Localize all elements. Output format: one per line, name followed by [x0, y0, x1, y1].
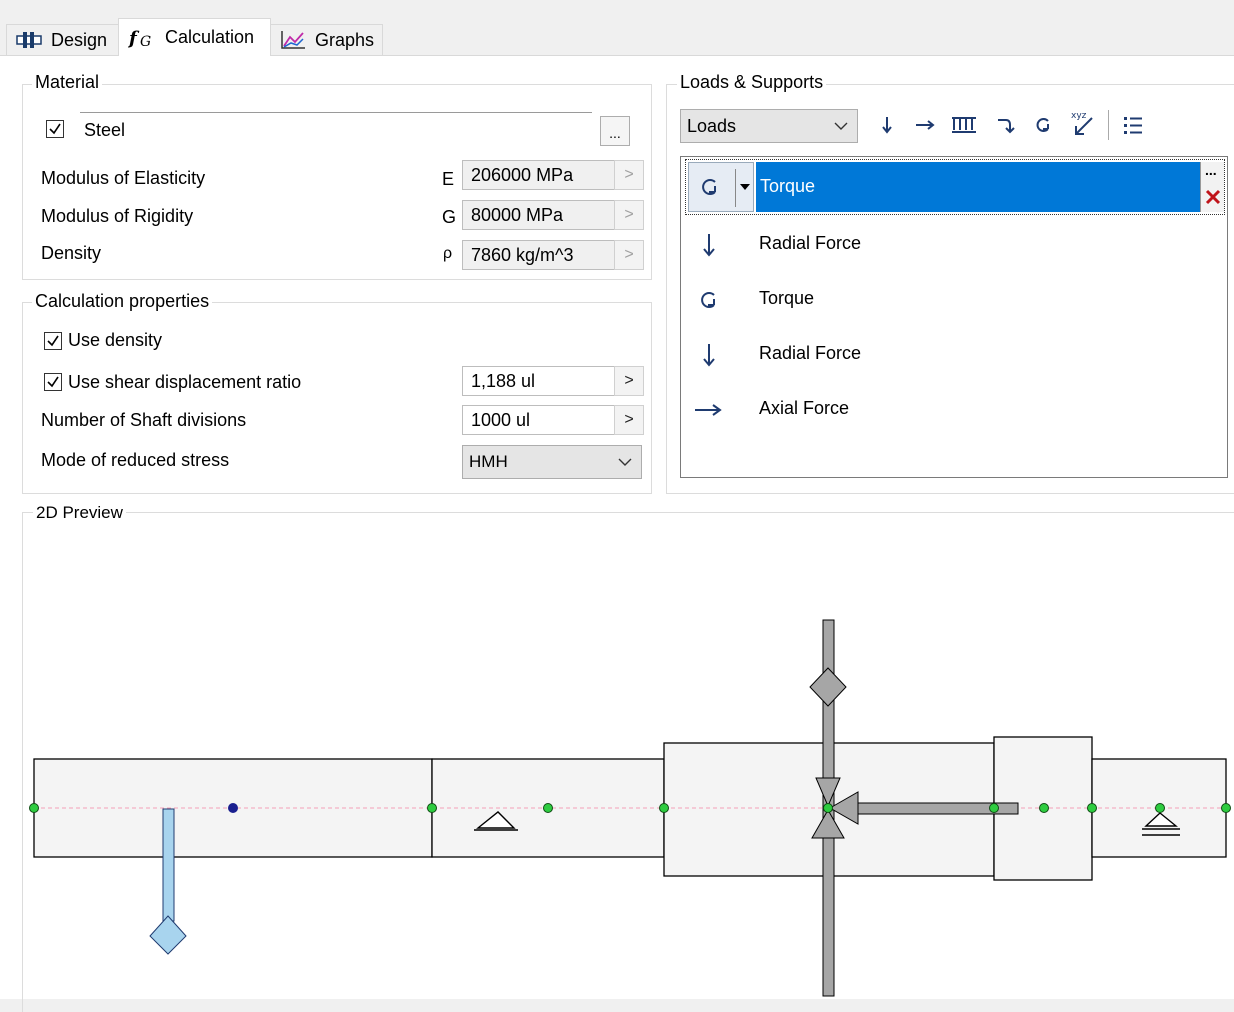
rigidity-value: 80000 MPa	[471, 204, 564, 225]
tab-calculation[interactable]: f G Calculation	[118, 18, 271, 56]
tab-strip: Design f G Calculation Graphs	[0, 0, 1234, 56]
material-name-field[interactable]: Steel	[80, 112, 592, 146]
density-symbol: ρ	[443, 245, 453, 262]
list-item[interactable]: Radial Force	[681, 329, 1227, 379]
material-name: Steel	[84, 120, 126, 140]
chevron-down-icon	[834, 122, 848, 130]
browse-button-label: ...	[609, 125, 621, 141]
chevron-right-icon: >	[624, 166, 634, 183]
load-type-picker[interactable]	[688, 162, 754, 212]
elasticity-arrow-button[interactable]: >	[614, 160, 644, 190]
tab-design-label: Design	[51, 29, 108, 50]
elasticity-label: Modulus of Elasticity	[41, 168, 206, 188]
use-density-label: Use density	[68, 330, 163, 350]
chevron-right-icon: >	[624, 372, 634, 389]
list-item-selected[interactable]: Torque ...	[685, 159, 1225, 215]
rigidity-field[interactable]: 80000 MPa	[462, 200, 616, 230]
list-item[interactable]: Radial Force	[681, 219, 1227, 269]
list-item-label: Axial Force	[759, 398, 850, 418]
chevron-right-icon: >	[624, 246, 634, 263]
load-actions: ...	[1200, 162, 1224, 212]
tab-graphs-label: Graphs	[315, 29, 375, 50]
radial-force-icon	[703, 344, 715, 367]
shaft-divisions-value: 1000 ul	[471, 409, 531, 430]
check-icon	[47, 335, 59, 347]
rigidity-arrow-button[interactable]: >	[614, 200, 644, 230]
shaft-preview-canvas[interactable]	[0, 520, 1234, 999]
elasticity-symbol: E	[442, 169, 455, 189]
chevron-right-icon: >	[624, 411, 634, 428]
axial-force-icon	[695, 404, 722, 416]
calculation-properties-title: Calculation properties	[32, 291, 213, 312]
caret-down-icon	[740, 184, 750, 190]
rigidity-symbol: G	[442, 207, 457, 227]
add-axial-force-icon[interactable]	[914, 114, 936, 136]
torque-icon	[701, 292, 715, 308]
check-icon	[47, 376, 59, 388]
svg-text:f: f	[127, 28, 140, 49]
graph-icon	[281, 31, 305, 49]
shear-ratio-field[interactable]: 1,188 ul	[462, 366, 616, 396]
use-shear-label: Use shear displacement ratio	[68, 372, 302, 392]
radial-force-icon	[703, 234, 715, 257]
list-item-label: Radial Force	[759, 233, 862, 253]
tab-graphs[interactable]: Graphs	[270, 24, 383, 55]
add-radial-force-icon[interactable]	[876, 114, 898, 136]
add-bending-moment-icon[interactable]	[994, 114, 1016, 136]
shaft-divisions-arrow-button[interactable]: >	[614, 405, 644, 435]
delete-icon[interactable]	[1204, 188, 1222, 206]
list-item[interactable]: Axial Force	[681, 384, 1227, 434]
more-button[interactable]: ...	[1205, 162, 1217, 178]
coordinate-system-icon[interactable]: xyz	[1068, 108, 1096, 138]
check-icon	[49, 123, 61, 135]
material-browse-button[interactable]: ...	[600, 116, 630, 146]
chevron-right-icon: >	[624, 206, 634, 223]
add-continuous-load-icon[interactable]	[950, 114, 978, 136]
add-torque-icon[interactable]	[1032, 114, 1054, 136]
use-density-checkbox[interactable]	[44, 332, 62, 350]
rigidity-label: Modulus of Rigidity	[41, 206, 194, 226]
torque-icon	[702, 179, 716, 195]
density-label: Density	[41, 243, 102, 263]
density-arrow-button[interactable]: >	[614, 240, 644, 270]
tab-calculation-label: Calculation	[165, 27, 255, 47]
selected-load-label: Torque	[760, 176, 816, 196]
list-item[interactable]: Torque	[681, 274, 1227, 324]
gray-loads-group	[809, 619, 1019, 997]
selected-node	[228, 803, 238, 813]
shear-ratio-arrow-button[interactable]: >	[614, 366, 644, 396]
design-icon	[16, 32, 42, 48]
loads-type-select[interactable]: Loads	[680, 109, 858, 143]
density-value: 7860 kg/m^3	[471, 244, 574, 265]
shear-ratio-value: 1,188 ul	[471, 370, 536, 391]
loads-list[interactable]: Torque ... Radial Force Torque Radial Fo…	[680, 156, 1228, 478]
list-icon[interactable]	[1122, 114, 1144, 136]
function-icon: f G	[127, 28, 151, 50]
material-checkbox[interactable]	[46, 120, 64, 138]
reduced-stress-select[interactable]: HMH	[462, 445, 642, 479]
chevron-down-icon	[618, 458, 632, 466]
loads-type-value: Loads	[687, 115, 737, 136]
elasticity-value: 206000 MPa	[471, 164, 574, 185]
reduced-stress-label: Mode of reduced stress	[41, 450, 230, 470]
shaft-divisions-field[interactable]: 1000 ul	[462, 405, 616, 435]
loads-supports-title: Loads & Supports	[677, 72, 827, 93]
use-shear-checkbox[interactable]	[44, 373, 62, 391]
material-group-title: Material	[32, 72, 103, 93]
list-item-label: Radial Force	[759, 343, 862, 363]
tab-design[interactable]: Design	[6, 24, 119, 55]
shaft-divisions-label: Number of Shaft divisions	[41, 410, 247, 430]
list-item-label: Torque	[759, 288, 815, 308]
svg-text:xyz: xyz	[1071, 111, 1087, 121]
svg-text:G: G	[140, 34, 151, 50]
elasticity-field[interactable]: 206000 MPa	[462, 160, 616, 190]
density-field[interactable]: 7860 kg/m^3	[462, 240, 616, 270]
reduced-stress-value: HMH	[469, 452, 508, 471]
